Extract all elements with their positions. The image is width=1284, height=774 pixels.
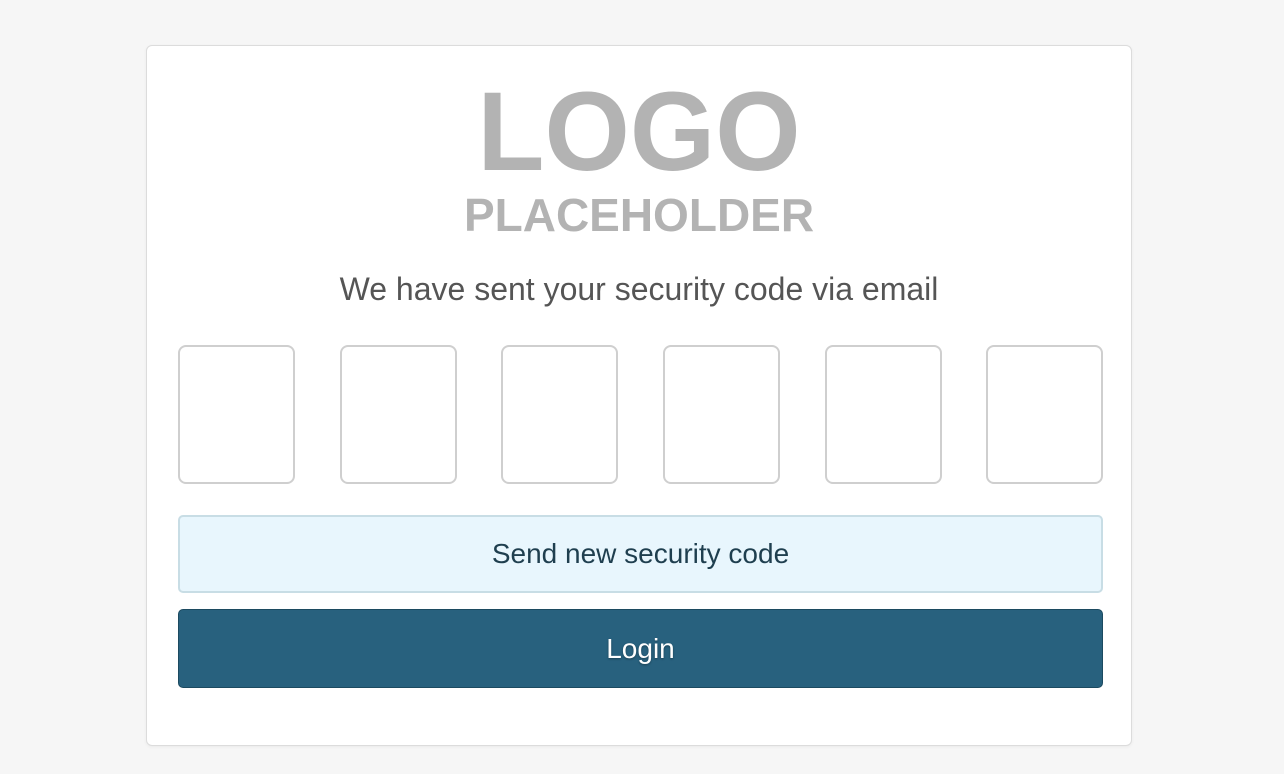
login-label: Login xyxy=(606,632,675,664)
send-new-code-button[interactable]: Send new security code xyxy=(178,515,1103,593)
code-digit-1[interactable] xyxy=(178,345,295,484)
login-card: LOGO PLACEHOLDER We have sent your secur… xyxy=(146,45,1132,746)
code-digit-3[interactable] xyxy=(501,345,618,484)
code-digit-2[interactable] xyxy=(340,345,457,484)
logo-line-main: LOGO xyxy=(477,69,801,194)
security-code-message: We have sent your security code via emai… xyxy=(339,271,939,307)
logo-placeholder: LOGO PLACEHOLDER xyxy=(147,69,1131,241)
code-digit-4[interactable] xyxy=(663,345,780,484)
logo-line-sub: PLACEHOLDER xyxy=(463,189,815,241)
send-new-code-label: Send new security code xyxy=(491,538,790,569)
code-digit-5[interactable] xyxy=(825,345,942,484)
security-code-inputs xyxy=(178,345,1103,484)
login-button[interactable]: Login xyxy=(178,609,1103,688)
code-digit-6[interactable] xyxy=(986,345,1103,484)
